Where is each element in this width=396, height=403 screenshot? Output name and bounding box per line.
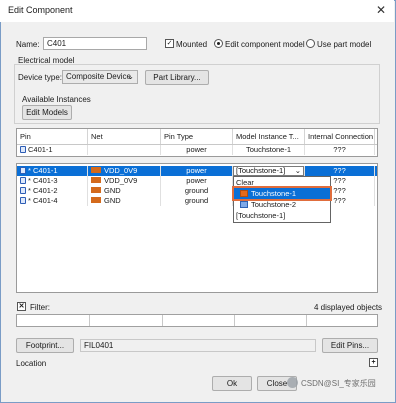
pin-icon <box>20 187 26 194</box>
edit-component-model-radio[interactable] <box>214 39 223 48</box>
chevron-down-icon: ⌄ <box>294 166 301 175</box>
edit-component-model-label: Edit component model <box>225 40 305 49</box>
mounted-label: Mounted <box>176 40 208 49</box>
watermark: CSDN@SI_专家乐园 <box>301 379 376 388</box>
net-icon <box>91 187 101 193</box>
col-internal-connection[interactable]: Internal Connection <box>305 129 375 144</box>
table-row[interactable]: * C401-1 VDD_0V9 power [Touchstone-1] ⌄ ?… <box>17 166 377 176</box>
pin-icon <box>20 146 26 153</box>
pin-icon <box>20 167 26 174</box>
touchstone-icon <box>240 190 248 197</box>
location-label: Location <box>16 359 47 368</box>
filter-input-connection[interactable] <box>307 315 377 326</box>
title-bar: Edit Component ✕ <box>0 0 394 22</box>
edit-pins-button[interactable]: Edit Pins... <box>322 338 378 353</box>
model-instance-combo[interactable]: [Touchstone-1] ⌄ <box>233 166 304 176</box>
dropdown-item-touchstone-1[interactable]: Touchstone-1 <box>232 186 332 201</box>
wechat-icon <box>287 377 298 388</box>
col-net[interactable]: Net <box>88 129 161 144</box>
model-instance-dropdown: Clear Touchstone-1 Touchstone-2 [Touchst… <box>232 176 332 223</box>
touchstone-icon <box>240 201 248 208</box>
close-icon[interactable]: ✕ <box>376 3 386 17</box>
table-row[interactable]: C401-1 power Touchstone-1 ??? <box>17 145 377 155</box>
footprint-button[interactable]: Footprint... <box>16 338 74 353</box>
net-icon <box>91 167 101 173</box>
window-title: Edit Component <box>8 5 73 15</box>
table-header: Pin Net Pin Type Model Instance T... Int… <box>17 129 377 145</box>
pin-icon <box>20 177 26 184</box>
filter-inputs <box>16 314 378 327</box>
filter-label: Filter: <box>30 303 50 312</box>
filter-input-pin[interactable] <box>17 315 90 326</box>
dropdown-item-touchstone-1-bracket[interactable]: [Touchstone-1] <box>234 210 330 221</box>
part-library-button[interactable]: Part Library... <box>145 70 209 85</box>
col-pin-type[interactable]: Pin Type <box>161 129 233 144</box>
net-icon <box>91 177 101 183</box>
location-expand-icon[interactable]: + <box>369 358 378 367</box>
device-type-label: Device type: <box>18 73 63 82</box>
filter-input-net[interactable] <box>90 315 163 326</box>
dropdown-item-touchstone-2[interactable]: Touchstone-2 <box>234 199 330 210</box>
filter-input-model[interactable] <box>235 315 307 326</box>
edit-models-button[interactable]: Edit Models <box>22 105 72 120</box>
displayed-count: 4 displayed objects <box>314 303 383 312</box>
pins-table-top: Pin Net Pin Type Model Instance T... Int… <box>16 128 378 157</box>
name-label: Name: <box>16 40 40 49</box>
footprint-value: FIL0401 <box>80 339 316 352</box>
filter-input-pin-type[interactable] <box>163 315 235 326</box>
name-field[interactable]: C401 <box>43 37 147 50</box>
dropdown-item-clear[interactable]: Clear <box>234 177 330 188</box>
available-instances-label: Available Instances <box>22 95 91 104</box>
col-model-instance[interactable]: Model Instance T... <box>233 129 305 144</box>
ok-button[interactable]: Ok <box>212 376 252 391</box>
filter-checkbox[interactable]: ✕ <box>17 302 26 311</box>
chevron-down-icon: ⌄ <box>127 72 134 81</box>
net-icon <box>91 197 101 203</box>
pin-icon <box>20 197 26 204</box>
device-type-select[interactable]: Composite Device ⌄ <box>62 70 138 84</box>
use-part-model-label: Use part model <box>317 40 372 49</box>
use-part-model-radio[interactable] <box>306 39 315 48</box>
mounted-checkbox[interactable]: ✓ <box>165 39 174 48</box>
col-pin[interactable]: Pin <box>17 129 88 144</box>
